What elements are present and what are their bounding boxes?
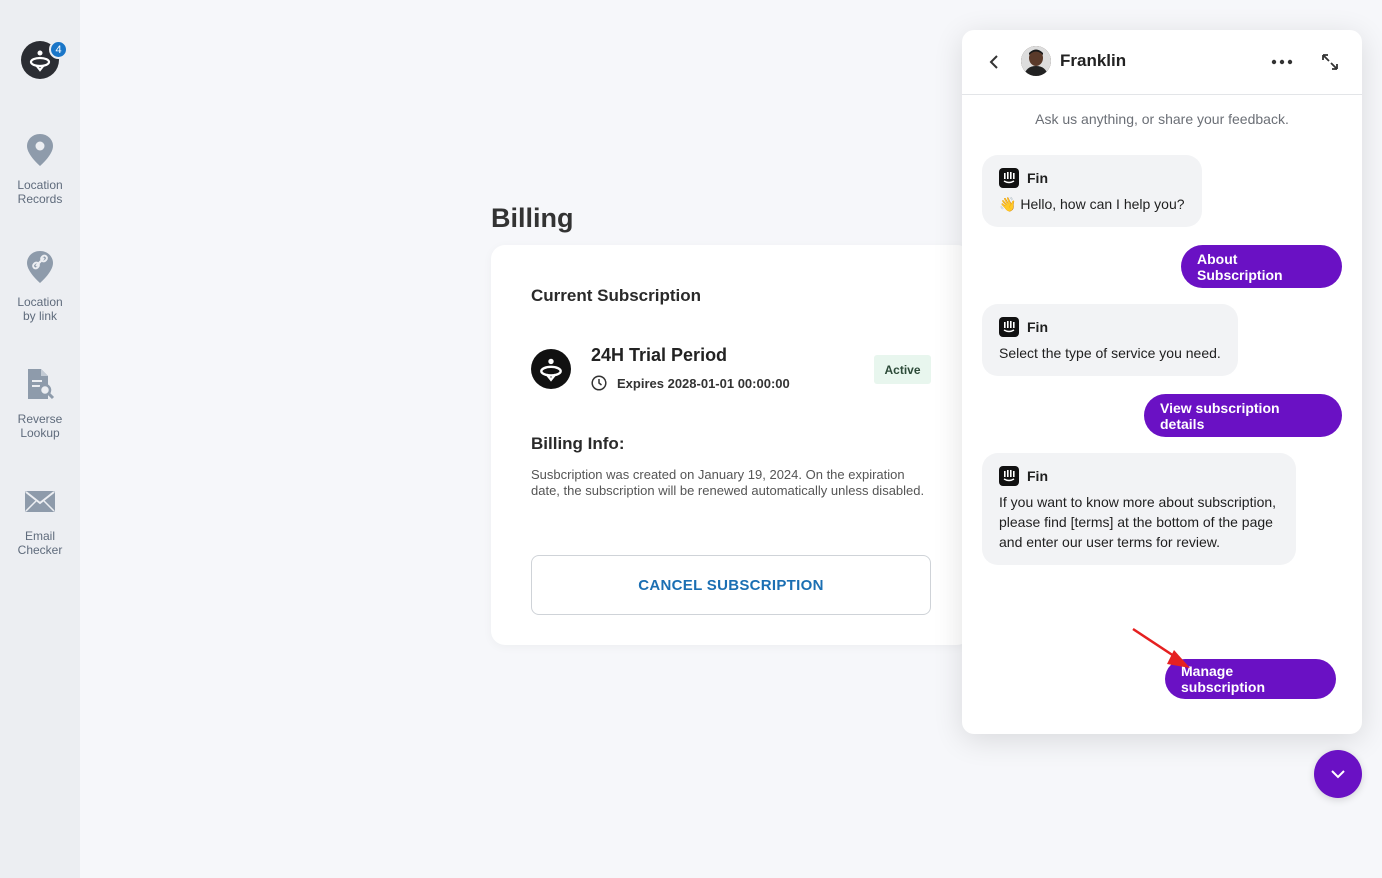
bot-tag: Fin [999, 168, 1185, 188]
document-search-icon [22, 364, 58, 404]
bot-name: Fin [1027, 170, 1048, 186]
envelope-icon [22, 481, 58, 521]
message-body: Select the type of service you need. [999, 345, 1221, 361]
expand-icon [1322, 54, 1338, 70]
sidebar-item-location-by-link[interactable]: Location by link [0, 247, 80, 323]
sidebar-item-label: Reverse Lookup [17, 412, 63, 440]
sidebar-item-label: Location by link [17, 295, 63, 323]
message-text: 👋 Hello, how can I help you? [999, 194, 1185, 214]
notification-badge: 4 [49, 40, 68, 59]
bot-tag: Fin [999, 466, 1279, 486]
annotation-arrow-icon [1132, 627, 1190, 668]
bot-message: Fin If you want to know more about subsc… [982, 453, 1296, 565]
plan-logo-icon [531, 349, 571, 389]
subscription-card: Current Subscription 24H Trial Period Ex… [491, 245, 971, 645]
billing-info-heading: Billing Info: [531, 434, 625, 453]
chevron-left-icon [989, 55, 998, 69]
billing-info-text: Susbcription was created on January 19, … [531, 467, 925, 498]
bot-tag: Fin [999, 317, 1221, 337]
sidebar: 4 Location Records Location by link Reve… [0, 0, 80, 878]
expand-button[interactable] [1318, 50, 1342, 74]
sidebar-item-reverse-lookup[interactable]: Reverse Lookup [0, 364, 80, 440]
plan-name: 24H Trial Period [591, 345, 728, 365]
cancel-subscription-button[interactable]: CANCEL SUBSCRIPTION [531, 555, 931, 615]
sidebar-item-email-checker[interactable]: Email Checker [0, 481, 80, 557]
bot-name: Fin [1027, 319, 1048, 335]
more-dots-icon [1271, 59, 1293, 65]
bot-message: Fin Select the type of service you need. [982, 304, 1238, 376]
fin-icon [999, 317, 1019, 337]
expiry-text: Expires 2028-01-01 00:00:00 [617, 375, 790, 391]
chat-subtitle: Ask us anything, or share your feedback. [1035, 111, 1289, 127]
sidebar-item-label: Location Records [17, 178, 63, 206]
chat-minimize-button[interactable] [1314, 750, 1362, 798]
sidebar-item-label: Email Checker [17, 529, 63, 557]
chat-header: Franklin [962, 30, 1362, 95]
sidebar-item-location-records[interactable]: Location Records [0, 130, 80, 206]
current-subscription-heading: Current Subscription [531, 286, 702, 305]
avatar [1021, 46, 1051, 76]
link-pin-icon [22, 247, 58, 287]
wave-emoji-icon: 👋 [999, 196, 1017, 212]
fin-icon [999, 168, 1019, 188]
fin-icon [999, 466, 1019, 486]
back-button[interactable] [982, 50, 1006, 74]
user-message-view-subscription-details[interactable]: View subscription details [1144, 394, 1342, 437]
page-title: Billing [491, 203, 574, 233]
status-badge: Active [874, 355, 931, 384]
message-body: Hello, how can I help you? [1020, 196, 1185, 212]
more-options-button[interactable] [1268, 50, 1296, 74]
agent-name: Franklin [1060, 51, 1127, 70]
user-message-about-subscription[interactable]: About Subscription [1181, 245, 1342, 288]
chevron-down-icon [1331, 770, 1345, 779]
bot-name: Fin [1027, 468, 1048, 484]
bot-message: Fin 👋 Hello, how can I help you? [982, 155, 1202, 227]
plan-expiry: Expires 2028-01-01 00:00:00 [591, 375, 790, 391]
message-body: If you want to know more about subscript… [999, 494, 1277, 550]
agent-photo-icon [1021, 46, 1051, 76]
clock-icon [591, 375, 607, 391]
location-pin-icon [22, 130, 58, 170]
